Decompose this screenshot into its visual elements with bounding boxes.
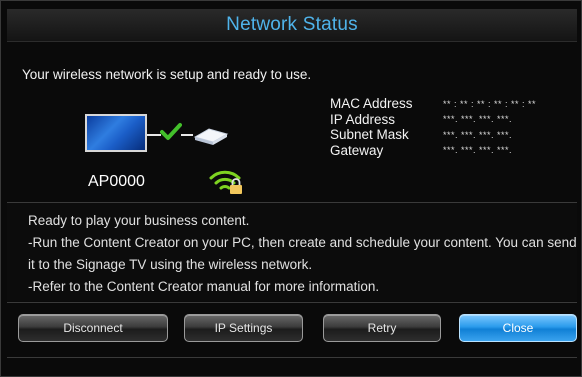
connection-line-left (147, 134, 161, 136)
description-line: -Run the Content Creator on your PC, the… (28, 235, 577, 250)
connection-line-right (181, 134, 193, 136)
mac-address-row: MAC Address ** : ** : ** : ** : ** : ** (330, 96, 582, 112)
subnet-mask-label: Subnet Mask (330, 127, 409, 143)
gateway-row: Gateway ***. ***. ***. ***. (330, 143, 582, 159)
close-button[interactable]: Close (459, 314, 577, 342)
secured-wifi-icon (209, 170, 242, 194)
status-message: Your wireless network is setup and ready… (22, 67, 312, 82)
network-status-dialog: Network Status Your wireless network is … (0, 0, 582, 377)
ip-address-label: IP Address (330, 111, 396, 127)
gateway-label: Gateway (330, 142, 384, 158)
dialog-title: Network Status (226, 14, 358, 35)
divider-bottom (7, 302, 577, 303)
disconnect-button[interactable]: Disconnect (18, 314, 168, 342)
title-bar: Network Status (7, 9, 577, 42)
display-icon (85, 114, 147, 152)
footer-bar (7, 358, 577, 372)
ip-address-value: ***. ***. ***. ***. (443, 114, 513, 125)
subnet-mask-value: ***. ***. ***. ***. (443, 129, 513, 140)
subnet-mask-row: Subnet Mask ***. ***. ***. ***. (330, 127, 582, 143)
description-line: it to the Signage TV using the wireless … (28, 257, 313, 272)
access-point-name: AP0000 (88, 173, 145, 190)
gateway-value: ***. ***. ***. ***. (443, 145, 513, 156)
ip-address-row: IP Address ***. ***. ***. ***. (330, 112, 582, 128)
description-panel: Ready to play your business content. -Ru… (7, 203, 577, 301)
connection-diagram (85, 114, 235, 154)
access-point-icon (193, 128, 229, 145)
ip-settings-button[interactable]: IP Settings (184, 314, 303, 342)
checkmark-icon (160, 123, 182, 140)
mac-address-value: ** : ** : ** : ** : ** : ** (443, 98, 537, 109)
network-info-list: MAC Address ** : ** : ** : ** : ** : ** … (330, 96, 582, 158)
mac-address-label: MAC Address (330, 96, 413, 112)
retry-button[interactable]: Retry (323, 314, 441, 342)
description-line: -Refer to the Content Creator manual for… (28, 279, 380, 294)
description-line: Ready to play your business content. (28, 213, 250, 228)
button-bar: Disconnect IP Settings Retry Close (7, 304, 577, 354)
